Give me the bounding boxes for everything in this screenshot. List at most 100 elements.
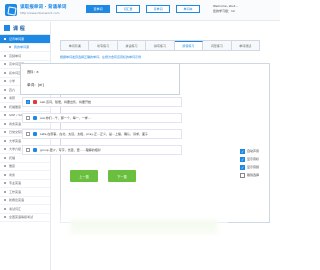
sidebar-item[interactable]: 商务 [0, 171, 50, 180]
bullet-icon [4, 80, 6, 83]
tab-4[interactable]: 拼写练习 [146, 41, 175, 50]
speaker-icon[interactable] [33, 116, 37, 120]
bullet-icon [4, 114, 6, 117]
sidebar-item-label: 全国英语等级考试 [9, 215, 34, 220]
sidebar-item-label: 考研 [9, 96, 16, 101]
setting-auto-sound[interactable]: 自动声音 [240, 147, 259, 155]
site-title[interactable]: 读取报单词 · 背诵单词 [20, 4, 66, 10]
tab-6[interactable]: 词形练习 [203, 41, 232, 50]
sidebar-header: 课 程 [0, 22, 50, 35]
bullet-icon [4, 207, 6, 210]
question-box: 音标：a 单词：[ei] [20, 63, 180, 95]
option-3-checkbox[interactable] [26, 132, 30, 136]
tab-5[interactable]: 辨音练习 [174, 41, 204, 50]
practice-tabs: 单词背诵 听写练习 拼读练习 拼写练习 辨音练习 词形练习 单词测试 [60, 40, 260, 51]
bullet-icon [4, 131, 6, 134]
bullet-icon [4, 199, 6, 202]
bullet-icon [4, 122, 6, 125]
bullet-icon [4, 216, 6, 219]
welcome-text: Welcome, stud… 您的学习级：12 [213, 4, 238, 14]
setting-show-phonetic-label: 显示音标 [247, 157, 260, 161]
nav-wordbook-button[interactable]: 单词本 [176, 5, 200, 13]
speaker-icon[interactable] [33, 148, 37, 152]
option-3-text: safe,在意事，在北，太远，太极，pray,正…正义，是…上播，确认，诉求，面… [40, 132, 148, 136]
sidebar-item[interactable]: 雅思 [0, 163, 50, 171]
sidebar-item-label: 小学 [9, 79, 16, 84]
setting-show-audio[interactable]: 显示音频 [240, 163, 259, 171]
sidebar-item-label: 我的单词课 [14, 45, 30, 50]
sidebar-item[interactable]: 我的单词课 [0, 44, 50, 52]
sidebar-item-label: 工作英语 [9, 189, 22, 194]
sidebar-item-label: 记背单词课 [9, 36, 25, 41]
nav-memorize-button[interactable]: 背单词 [146, 5, 170, 13]
bullet-icon [4, 139, 6, 142]
settings-panel: 自动声音 显示音标 显示音频 跳到选择 [240, 147, 259, 179]
instruction-hint: 根据单词发音选择正确的单词，左侧为含有该音标的单词示例 [60, 55, 142, 59]
sidebar-item[interactable]: 高频单词 [0, 52, 50, 61]
bullet-icon [4, 165, 6, 168]
sidebar-item-label: 商务英语 [9, 121, 22, 126]
sidebar-item[interactable]: 托福 [0, 154, 50, 163]
sidebar-item-label: 大学英语 [9, 138, 22, 143]
nav-vocab-button[interactable]: 词汇量 [116, 5, 140, 13]
sidebar-item-label: 大学六级 [9, 147, 22, 152]
speaker-icon[interactable] [33, 100, 37, 104]
sidebar-item[interactable]: 全国英语等级考试 [0, 214, 50, 222]
welcome-line-2: 您的学习级：12 [213, 9, 235, 13]
setting-auto-sound-checkbox[interactable] [240, 148, 245, 154]
option-3[interactable]: safe,在意事，在北，太远，太极，pray,正…正义，是…上播，确认，诉求，面… [22, 129, 182, 139]
bullet-icon [4, 148, 6, 151]
option-4-checkbox[interactable] [26, 148, 30, 152]
nav-lookup-button[interactable]: 查单词 [86, 5, 110, 13]
option-2[interactable]: are,你们…千，那一个，每一，一样… [22, 113, 182, 123]
option-2-checkbox[interactable] [26, 116, 30, 120]
sidebar-item-label: 雅思 [9, 164, 16, 169]
sidebar-item-label: 四六 [9, 87, 16, 92]
bullet-icon [4, 156, 6, 159]
sidebar-item[interactable]: 新概念英语 [0, 197, 50, 205]
sidebar-header-icon [4, 25, 10, 31]
setting-auto-sound-label: 自动声音 [247, 149, 260, 153]
bullet-icon [4, 88, 6, 91]
sidebar-item[interactable]: 专业英语 [0, 180, 50, 188]
option-1-checkbox[interactable] [26, 100, 30, 104]
setting-show-audio-checkbox[interactable] [240, 164, 245, 170]
option-4[interactable]: group,更少，写字，长距，更……理解的相对 [22, 145, 182, 155]
tab-7[interactable]: 单词测试 [231, 41, 259, 50]
bullet-icon [4, 37, 6, 40]
phonetic-label: 音标：a [27, 70, 39, 74]
option-1-text: sell,该词，随便，将要出售，将要开始 [40, 100, 92, 104]
prev-button[interactable]: 上一题 [70, 170, 98, 182]
option-1[interactable]: sell,该词，随便，将要出售，将要开始 [22, 97, 182, 107]
bullet-icon [4, 54, 6, 57]
site-logo-icon[interactable] [5, 4, 17, 16]
setting-show-phonetic[interactable]: 显示音标 [240, 155, 259, 163]
tab-1[interactable]: 单词背诵 [61, 41, 90, 50]
setting-skip-select-label: 跳到选择 [247, 173, 260, 177]
next-button[interactable]: 下一题 [108, 170, 136, 182]
tab-3[interactable]: 拼读练习 [117, 41, 147, 50]
bullet-icon [4, 71, 6, 74]
setting-skip-select-checkbox[interactable] [240, 172, 245, 178]
bullet-icon [4, 182, 6, 185]
option-2-text: are,你们…千，那一个，每一，一样… [40, 116, 91, 120]
sidebar-item-label: 专业英语 [9, 181, 22, 186]
sidebar-item[interactable]: 考试词汇 [0, 205, 50, 214]
sidebar-item-label: 考试词汇 [9, 206, 22, 211]
speaker-icon[interactable] [33, 132, 37, 136]
sidebar-item-label: 高频单词 [9, 53, 22, 58]
setting-show-audio-label: 显示音频 [247, 165, 260, 169]
sidebar-item[interactable]: 工作英语 [0, 188, 50, 197]
sidebar-title: 课 程 [13, 25, 25, 32]
option-4-text: group,更少，写字，长距，更……理解的相对 [40, 148, 101, 152]
site-url: http://www.ribaoword.com [20, 11, 60, 15]
tab-2[interactable]: 听写练习 [89, 41, 118, 50]
setting-skip-select[interactable]: 跳到选择 [240, 171, 259, 179]
bullet-icon [9, 46, 11, 49]
sidebar-item[interactable]: 记背单词课 [0, 35, 50, 44]
top-navigation: 查单词 词汇量 背单词 单词本 [86, 5, 200, 13]
setting-show-phonetic-checkbox[interactable] [240, 156, 245, 162]
bullet-icon [4, 173, 6, 176]
bullet-icon [4, 63, 6, 66]
bullet-icon [4, 97, 6, 100]
